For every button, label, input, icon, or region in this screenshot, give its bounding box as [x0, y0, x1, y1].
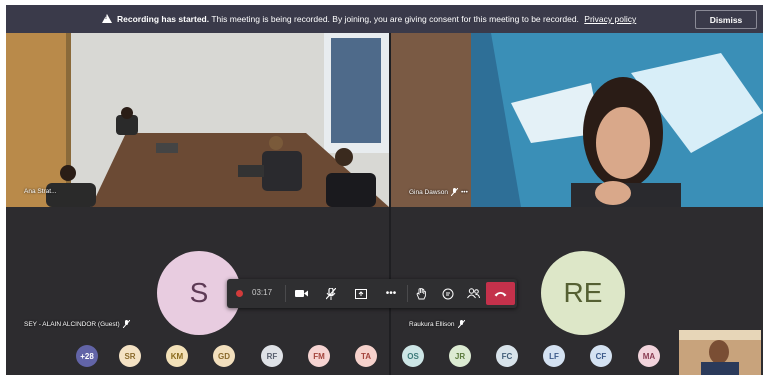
- participant-avatar[interactable]: RF: [261, 345, 283, 367]
- divider: [285, 285, 286, 302]
- participant-avatar[interactable]: OS: [402, 345, 424, 367]
- recording-icon: [236, 290, 243, 297]
- participant-avatar[interactable]: JR: [449, 345, 471, 367]
- participant-name-tag: Raukura Ellison: [409, 319, 465, 329]
- chat-icon: [442, 288, 454, 299]
- participant-avatar[interactable]: TA: [355, 345, 377, 367]
- participant-avatar[interactable]: GD: [213, 345, 235, 367]
- gina-video: [391, 33, 763, 207]
- video-tile-room[interactable]: Ana Strat...: [6, 33, 389, 207]
- avatar-raukura-ellison: RE: [541, 251, 625, 335]
- teams-meeting-window: Recording has started. This meeting is b…: [6, 5, 763, 375]
- raise-hand-button[interactable]: [409, 279, 433, 308]
- camera-button[interactable]: [289, 279, 313, 308]
- mic-off-icon: [450, 187, 459, 197]
- banner-text: This meeting is being recorded. By joini…: [211, 14, 579, 24]
- meeting-control-bar: 03:17 •••: [227, 279, 517, 308]
- participant-name: Ana Strat...: [24, 188, 57, 195]
- warning-icon: [102, 14, 112, 23]
- participant-avatar[interactable]: SR: [119, 345, 141, 367]
- mic-off-icon: [326, 287, 336, 300]
- participant-avatar[interactable]: MA: [638, 345, 660, 367]
- divider: [407, 285, 408, 302]
- banner-message: Recording has started. This meeting is b…: [117, 14, 636, 24]
- participant-avatar[interactable]: +28: [76, 345, 98, 367]
- hand-icon: [416, 287, 426, 299]
- participant-name: Gina Dawson: [409, 188, 449, 196]
- mic-off-icon: [457, 319, 465, 329]
- privacy-policy-link[interactable]: Privacy policy: [584, 14, 636, 24]
- participant-name: SEY - ALAIN ALCINDOR (Guest): [24, 320, 120, 328]
- recording-banner: Recording has started. This meeting is b…: [6, 5, 763, 33]
- recording-timer: 03:17: [252, 288, 273, 297]
- leave-call-button[interactable]: [486, 282, 515, 305]
- participant-name: Raukura Ellison: [409, 320, 455, 328]
- participant-avatar[interactable]: FC: [496, 345, 518, 367]
- people-icon: [466, 288, 480, 299]
- video-tile-gina-dawson[interactable]: Gina Dawson •••: [391, 33, 763, 207]
- more-options-icon[interactable]: •••: [461, 189, 468, 196]
- hang-up-icon: [494, 291, 507, 296]
- share-button[interactable]: [349, 279, 373, 308]
- mic-off-icon: [122, 319, 130, 329]
- participants-button[interactable]: [461, 279, 485, 308]
- camera-icon: [294, 290, 308, 297]
- share-icon: [355, 288, 367, 299]
- dismiss-button[interactable]: Dismiss: [695, 10, 757, 29]
- mute-button[interactable]: [319, 279, 343, 308]
- participant-name-tag: SEY - ALAIN ALCINDOR (Guest): [24, 319, 130, 329]
- participant-avatar[interactable]: CF: [590, 345, 612, 367]
- participant-avatar[interactable]: KM: [166, 345, 188, 367]
- chat-button[interactable]: [436, 279, 460, 308]
- participant-avatar[interactable]: FM: [308, 345, 330, 367]
- self-view-video[interactable]: [679, 330, 761, 375]
- room-video: [6, 33, 389, 207]
- banner-title: Recording has started.: [117, 14, 210, 24]
- more-actions-button[interactable]: •••: [379, 279, 403, 308]
- participant-name-tag: Ana Strat...: [24, 188, 57, 195]
- participant-avatar[interactable]: LF: [543, 345, 565, 367]
- participant-name-tag: Gina Dawson •••: [409, 187, 468, 197]
- self-video: [679, 330, 761, 375]
